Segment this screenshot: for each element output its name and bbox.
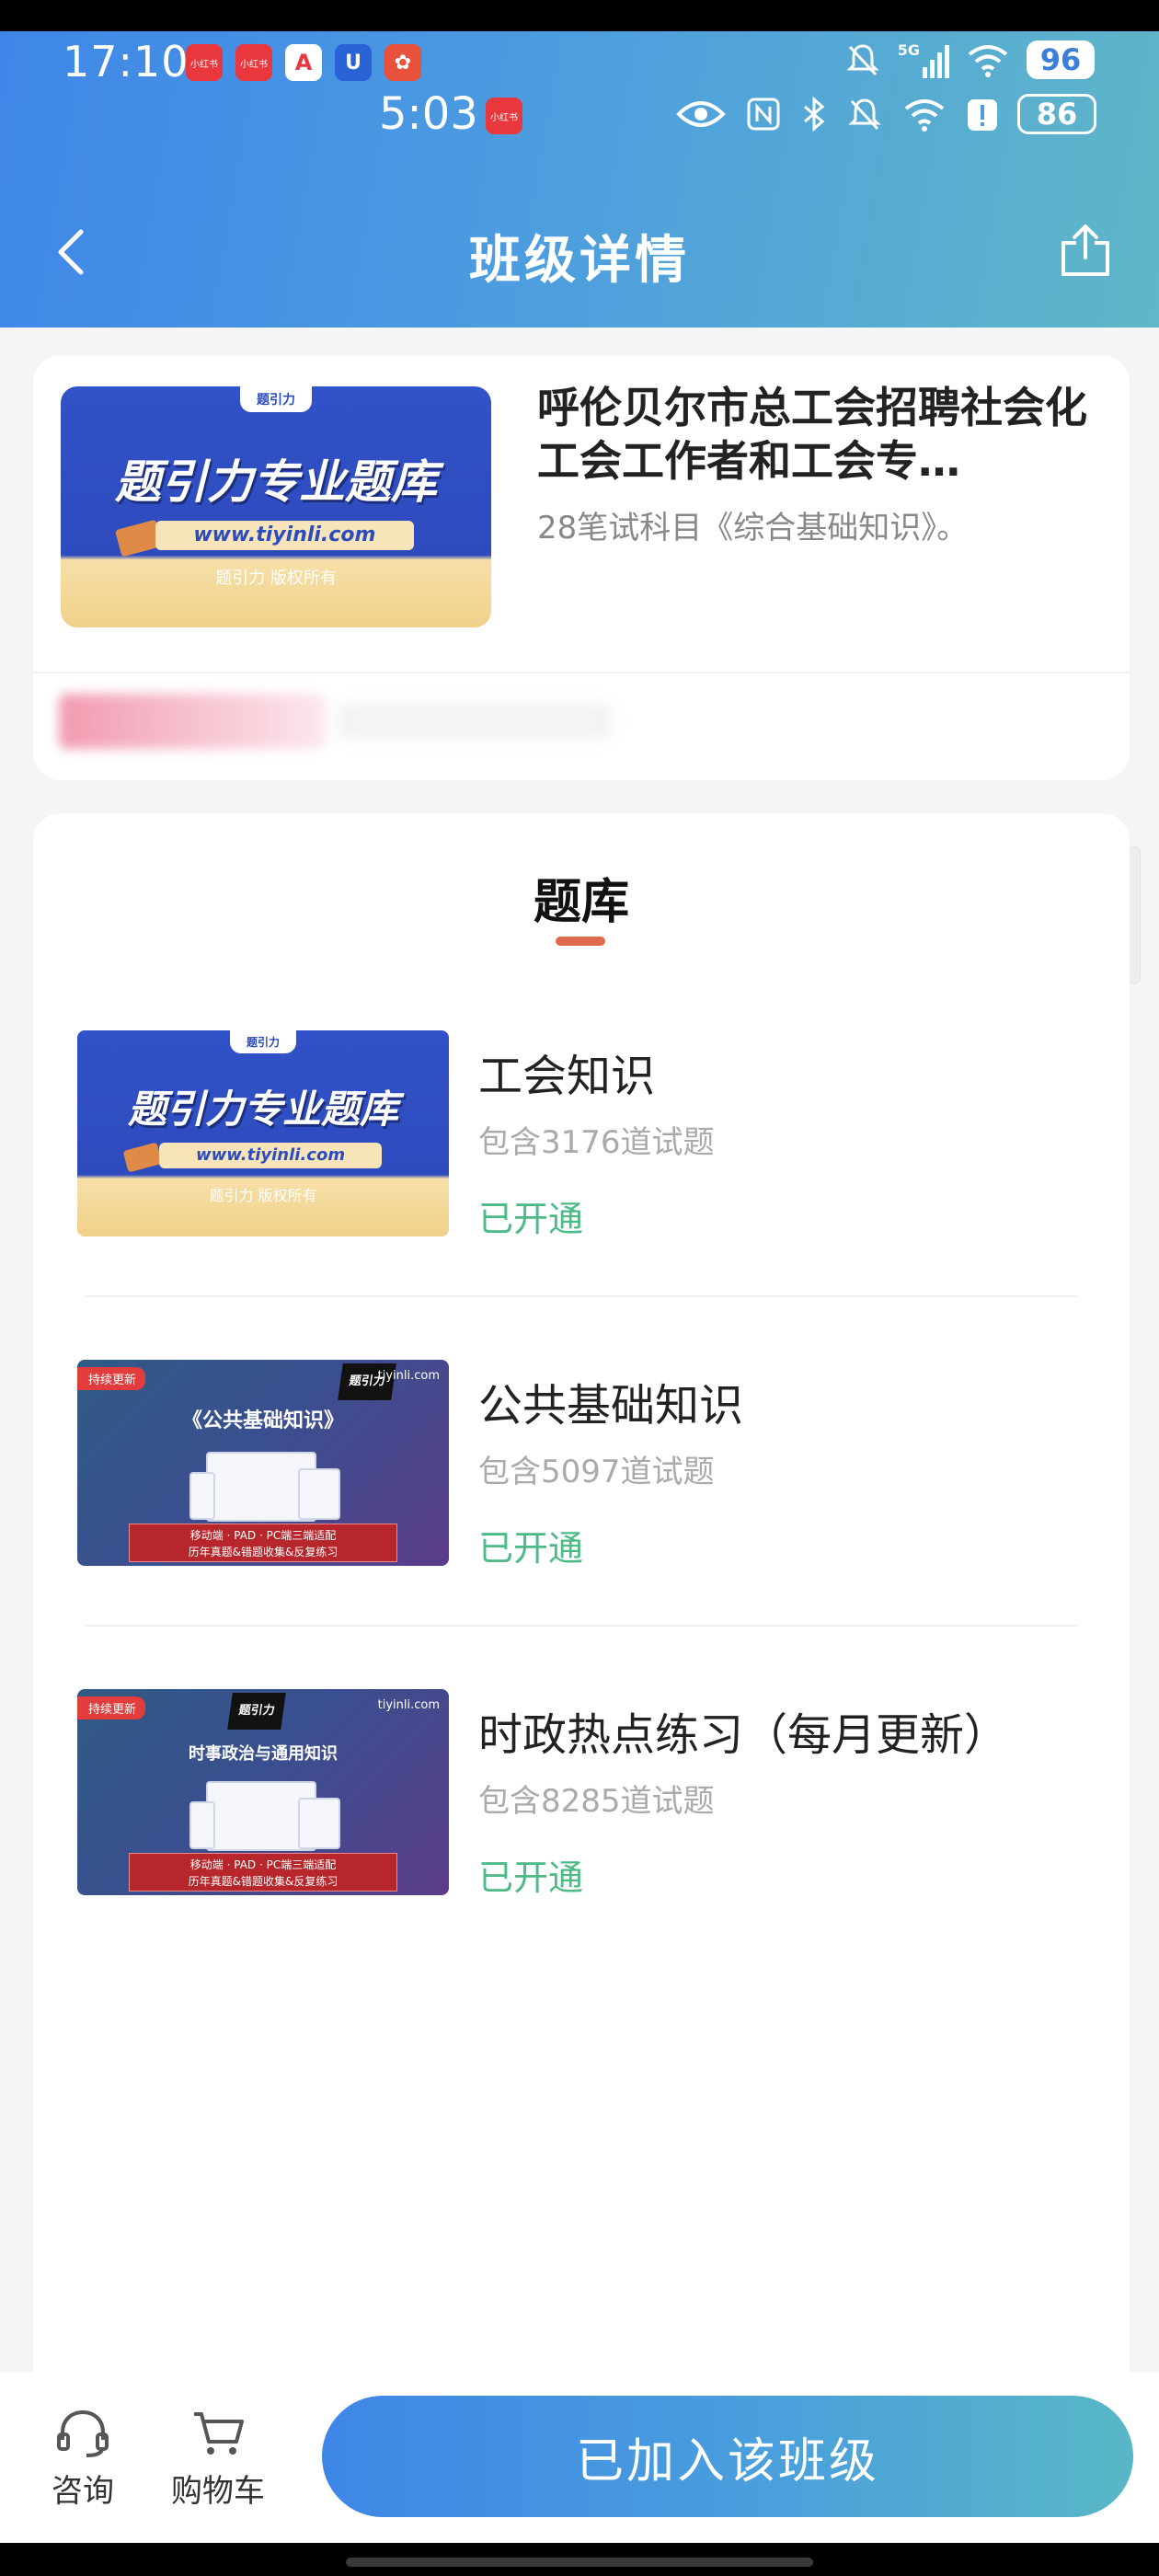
bell-mute-icon: [846, 44, 879, 76]
page-title: 班级详情: [469, 231, 690, 291]
cover-copyright: 题引力 版权所有: [209, 1187, 317, 1204]
device-mockup: [189, 1472, 215, 1520]
scrollbar[interactable]: [1128, 846, 1141, 984]
bank-item-name: 时政热点练习（每月更新）: [478, 1709, 1009, 1761]
bank-item-name: 工会知识: [478, 1051, 656, 1102]
shopping-cart-icon: [194, 2412, 244, 2455]
eye-icon: [676, 101, 726, 127]
alert-icon: [968, 99, 997, 131]
status-icons-inner: 86: [675, 94, 1096, 134]
xiaohongshu-app-icon: 小红书: [486, 98, 522, 134]
divider: [85, 1295, 1078, 1297]
tab-underline: [556, 937, 605, 946]
status-icons-outer: 5G 96: [844, 40, 1095, 79]
headset-icon: [57, 2409, 109, 2457]
feature-line: 移动端 · PAD · PC端三端适配: [189, 1858, 337, 1871]
feature-line: 历年真题&错题收集&反复练习: [188, 1546, 339, 1558]
bank-item-status: 已开通: [478, 1199, 584, 1239]
blurred-content: [337, 703, 613, 740]
nav-bar: 班级详情: [0, 193, 1159, 313]
bottom-action-bar: 咨询 购物车 已加入该班级: [0, 2372, 1159, 2543]
app-flower-icon: ✿: [384, 44, 421, 81]
cover-copyright: 题引力 版权所有: [215, 569, 337, 588]
cover-tag: 题引力: [240, 386, 312, 412]
bank-item-count: 包含8285道试题: [478, 1783, 715, 1820]
wifi-icon: [904, 99, 945, 132]
bank-item-status: 已开通: [478, 1857, 584, 1898]
site-text: tiyinli.com: [377, 1698, 440, 1712]
device-mockup: [298, 1798, 340, 1849]
bank-item-name: 公共基础知识: [478, 1380, 744, 1432]
question-bank-section: 题库 题引力 题引力专业题库 www.tiyinli.com 题引力 版权所有 …: [33, 813, 1130, 2377]
signal-5g-icon: 5G: [898, 41, 949, 78]
update-badge: 持续更新: [77, 1696, 146, 1719]
bank-item-union-knowledge[interactable]: 题引力 题引力专业题库 www.tiyinli.com 题引力 版权所有 工会知…: [33, 1030, 1130, 1251]
home-indicator[interactable]: [346, 2558, 813, 2567]
bank-item-count: 包含5097道试题: [478, 1454, 715, 1490]
share-icon[interactable]: [1056, 221, 1115, 280]
tiyinli-logo: 题引力: [227, 1693, 286, 1730]
site-text: tiyinli.com: [377, 1369, 440, 1383]
update-badge: 持续更新: [77, 1367, 146, 1390]
xiaohongshu-app-icon: 小红书: [235, 44, 272, 81]
cover-tag: 题引力: [229, 1030, 297, 1053]
feature-bar: 移动端 · PAD · PC端三端适配 历年真题&错题收集&反复练习: [129, 1524, 397, 1562]
divider: [33, 672, 1130, 673]
bank-item-status: 已开通: [478, 1528, 584, 1569]
cart-button[interactable]: 购物车: [166, 2409, 270, 2511]
page: 17:10 小红书 小红书 A U ✿ 5G 96 5:03 小红书 86 班级…: [0, 0, 1159, 2576]
bluetooth-icon: [804, 96, 825, 132]
app-a-icon: A: [285, 44, 322, 81]
class-title: 呼伦贝尔市总工会招聘社会化工会工作者和工会专…: [537, 383, 1087, 486]
bank-item-count: 包含3176道试题: [478, 1124, 715, 1161]
class-subtitle: 28笔试科目《综合基础知识》。: [537, 510, 969, 546]
feature-line: 历年真题&错题收集&反复练习: [188, 1875, 339, 1888]
wifi-icon: [968, 45, 1008, 77]
battery-indicator: 96: [1027, 40, 1095, 79]
cart-label: 购物车: [171, 2473, 265, 2510]
thumb-headline: 时事政治与通用知识: [189, 1744, 338, 1764]
section-title: 题库: [533, 875, 629, 930]
cover-url: www.tiyinli.com: [158, 1143, 383, 1168]
blurred-content: [59, 694, 326, 749]
bank-item-current-affairs[interactable]: 持续更新 题引力 tiyinli.com 时事政治与通用知识 移动端 · PAD…: [33, 1689, 1130, 1910]
cover-url: www.tiyinli.com: [155, 521, 414, 550]
book-icon: [122, 1142, 163, 1173]
bank-item-public-basics[interactable]: 持续更新 题引力 tiyinli.com 《公共基础知识》 移动端 · PAD …: [33, 1360, 1130, 1581]
feature-bar: 移动端 · PAD · PC端三端适配 历年真题&错题收集&反复练习: [129, 1853, 397, 1892]
xiaohongshu-app-icon: 小红书: [186, 44, 223, 81]
inner-status-time: 5:03: [379, 88, 478, 140]
device-mockup: [189, 1801, 215, 1849]
status-time: 17:10: [63, 37, 189, 86]
class-info-card[interactable]: 题引力 题引力专业题库 www.tiyinli.com 题引力 版权所有 呼伦贝…: [33, 355, 1130, 780]
status-bar-inner: 5:03 小红书 86: [0, 85, 1159, 149]
nfc-icon: [747, 98, 780, 131]
bell-mute-icon: [848, 98, 881, 131]
feature-line: 移动端 · PAD · PC端三端适配: [189, 1529, 337, 1542]
cover-headline: 题引力专业题库: [115, 455, 437, 509]
joined-class-button[interactable]: 已加入该班级: [322, 2396, 1133, 2517]
consult-label: 咨询: [52, 2473, 114, 2510]
consult-button[interactable]: 咨询: [46, 2409, 120, 2511]
cover-headline: 题引力专业题库: [127, 1087, 398, 1132]
class-cover-image: 题引力 题引力专业题库 www.tiyinli.com 题引力 版权所有: [61, 386, 491, 627]
bank-item-thumbnail: 题引力 题引力专业题库 www.tiyinli.com 题引力 版权所有: [77, 1030, 449, 1236]
app-u-icon: U: [335, 44, 372, 81]
bank-item-thumbnail: 持续更新 题引力 tiyinli.com 时事政治与通用知识 移动端 · PAD…: [77, 1689, 449, 1895]
battery-indicator-inner: 86: [1017, 94, 1096, 134]
bank-item-thumbnail: 持续更新 题引力 tiyinli.com 《公共基础知识》 移动端 · PAD …: [77, 1360, 449, 1566]
thumb-headline: 《公共基础知识》: [181, 1409, 344, 1432]
device-mockup: [298, 1468, 340, 1520]
divider: [85, 1625, 1078, 1627]
top-black-strip: [0, 0, 1159, 31]
